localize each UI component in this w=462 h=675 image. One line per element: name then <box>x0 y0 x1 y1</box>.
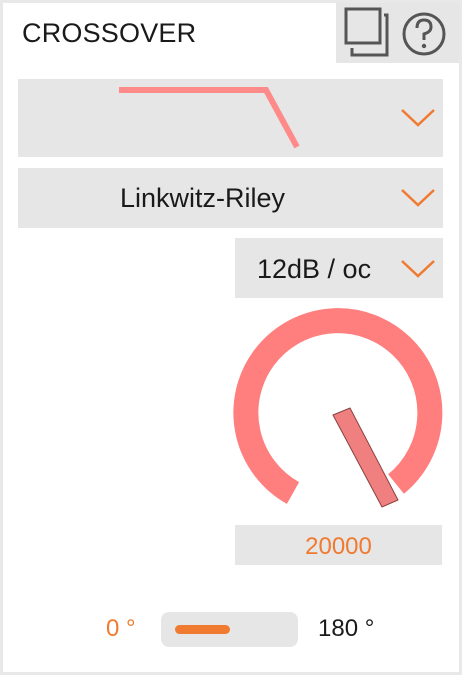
chevron-down-icon <box>401 260 435 278</box>
copy-icon <box>344 7 389 57</box>
chevron-down-icon <box>401 109 435 127</box>
filter-type-value: Linkwitz-Riley <box>120 183 286 213</box>
frequency-value: 20000 <box>305 533 372 560</box>
frequency-value-field[interactable]: 20000 <box>235 525 442 565</box>
copy-button[interactable] <box>336 3 396 63</box>
knob-pointer <box>332 407 399 508</box>
help-button[interactable] <box>399 3 459 63</box>
top-button-group <box>336 3 459 63</box>
panel-title: CROSSOVER <box>22 18 197 48</box>
help-icon <box>402 12 446 56</box>
low-pass-curve-icon <box>119 87 300 149</box>
phase-toggle-thumb <box>175 625 230 634</box>
filter-shape-dropdown[interactable] <box>18 79 443 157</box>
filter-type-dropdown[interactable]: Linkwitz-Riley <box>18 168 443 228</box>
chevron-down-icon <box>401 189 435 207</box>
phase-toggle[interactable] <box>161 612 298 647</box>
slope-value: 12dB / oc <box>257 254 372 284</box>
phase-180-label: 180 ° <box>318 615 375 642</box>
phase-0-label: 0 ° <box>106 615 136 642</box>
slope-dropdown[interactable]: 12dB / oc <box>235 238 443 298</box>
frequency-knob[interactable] <box>231 303 451 523</box>
